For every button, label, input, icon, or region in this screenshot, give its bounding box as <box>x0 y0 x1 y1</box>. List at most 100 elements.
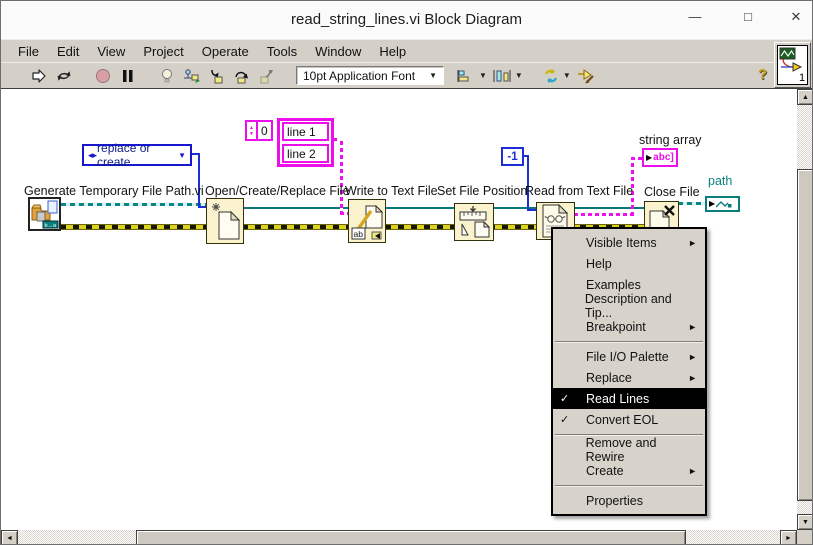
submenu-arrow-icon: ► <box>688 322 697 332</box>
chevron-down-icon: ▼ <box>563 71 571 80</box>
indicator-label-string-array: string array <box>639 133 702 147</box>
chevron-down-icon: ▼ <box>178 151 186 160</box>
vi-default-icon: 1 <box>778 46 807 84</box>
menu-edit[interactable]: Edit <box>48 42 88 61</box>
array-element-0[interactable]: line 1 <box>282 122 329 141</box>
numeric-constant-count[interactable]: -1 <box>501 147 524 166</box>
wire-file-refnum[interactable] <box>244 207 644 209</box>
chevron-down-icon: ▼ <box>479 71 487 80</box>
node-write-to-text-file[interactable]: ab <box>348 199 386 243</box>
toolbar: 10pt Application Font ▼ ▼ ▼ ▼ <box>1 62 812 89</box>
path-indicator-terminal[interactable]: ▶ <box>705 196 740 212</box>
scroll-down-button[interactable]: ▼ <box>797 514 813 530</box>
menu-bar: File Edit View Project Operate Tools Win… <box>1 39 812 62</box>
menu-item-description-and-tip[interactable]: Description and Tip... <box>553 295 705 316</box>
menu-window[interactable]: Window <box>306 42 370 61</box>
array-index-value: 0 <box>258 124 271 138</box>
node-open-create-replace-file[interactable] <box>206 198 244 244</box>
submenu-arrow-icon: ► <box>688 238 697 248</box>
retain-wire-values-button[interactable] <box>182 66 202 86</box>
spinner-down-icon[interactable]: ▼ <box>249 131 254 137</box>
run-button[interactable] <box>29 66 49 86</box>
string-array-indicator-terminal[interactable]: ▶ abc] <box>642 148 678 167</box>
menu-item-convert-eol[interactable]: ✓Convert EOL <box>553 409 705 430</box>
array-index-selector[interactable]: ▲ ▼ 0 <box>245 120 273 141</box>
wire-array-v[interactable] <box>340 138 343 215</box>
menu-item-remove-and-rewire[interactable]: Remove and Rewire <box>553 439 705 460</box>
maximize-button[interactable]: □ <box>737 9 759 24</box>
set-file-position-icon <box>456 205 492 239</box>
distribute-objects-button[interactable]: ▼ <box>492 66 523 86</box>
step-over-button[interactable] <box>232 66 252 86</box>
block-diagram-canvas[interactable]: ◂▸ replace or create ▼ ▲ ▼ 0 line 1 line… <box>1 89 797 530</box>
wire-path-out[interactable] <box>678 202 706 205</box>
node-label-set-file-position: Set File Position <box>437 184 527 198</box>
close-button[interactable]: ✕ <box>785 9 807 25</box>
menu-help[interactable]: Help <box>370 42 415 61</box>
menu-item-visible-items[interactable]: Visible Items► <box>553 232 705 253</box>
menu-operate[interactable]: Operate <box>193 42 258 61</box>
wire-count-v[interactable] <box>527 155 529 211</box>
cleanup-diagram-icon <box>576 68 596 84</box>
menu-project[interactable]: Project <box>134 42 192 61</box>
pause-icon <box>122 69 134 83</box>
step-out-button[interactable] <box>257 66 277 86</box>
scroll-right-button[interactable]: ► <box>780 530 797 545</box>
menu-item-help[interactable]: Help <box>553 253 705 274</box>
enum-selector-icon: ◂▸ <box>88 150 97 161</box>
wire-temp-path[interactable] <box>61 203 206 206</box>
vertical-scroll-thumb[interactable] <box>797 169 813 501</box>
menu-view[interactable]: View <box>88 42 134 61</box>
menu-item-read-lines[interactable]: ✓Read Lines <box>553 388 705 409</box>
abort-button[interactable] <box>93 66 113 86</box>
svg-text:ab: ab <box>354 229 364 239</box>
write-text-file-icon: ab <box>350 201 384 241</box>
align-objects-button[interactable]: ▼ <box>456 66 487 86</box>
scroll-up-button[interactable]: ▲ <box>797 89 813 105</box>
run-continuously-button[interactable] <box>54 66 74 86</box>
step-over-icon <box>233 68 251 84</box>
svg-text:1: 1 <box>799 72 805 84</box>
wire-string-out-h[interactable] <box>574 213 634 216</box>
vi-icon: 1 <box>777 45 808 85</box>
lightbulb-icon <box>160 68 174 84</box>
step-into-button[interactable] <box>207 66 227 86</box>
minimize-button[interactable]: — <box>684 9 706 24</box>
menu-separator <box>555 485 703 486</box>
node-label-read-text: Read from Text File <box>525 184 633 198</box>
reorder-button[interactable]: ▼ <box>542 66 571 86</box>
scroll-left-button[interactable]: ◄ <box>1 530 18 545</box>
index-spinner[interactable]: ▲ ▼ <box>247 122 258 139</box>
node-set-file-position[interactable] <box>454 203 494 241</box>
wire-enum-v[interactable] <box>198 153 200 208</box>
menu-item-replace[interactable]: Replace► <box>553 367 705 388</box>
horizontal-scrollbar[interactable]: ◄ ► <box>1 530 797 545</box>
node-label-close-file: Close File <box>644 185 700 199</box>
string-array-constant[interactable]: line 1 line 2 <box>277 118 334 167</box>
pause-button[interactable] <box>118 66 138 86</box>
menu-item-properties[interactable]: Properties <box>553 490 705 511</box>
open-create-replace-icon <box>208 200 242 242</box>
node-label-write-text: Write to Text File <box>345 184 438 198</box>
menu-item-file-io-palette[interactable]: File I/O Palette► <box>553 346 705 367</box>
node-generate-temp-file-path[interactable]: b→a <box>28 197 61 231</box>
vertical-scrollbar[interactable]: ▲ ▼ <box>797 89 813 530</box>
abort-icon <box>95 68 111 84</box>
highlight-execution-button[interactable] <box>157 66 177 86</box>
menu-file[interactable]: File <box>9 42 48 61</box>
step-into-icon <box>209 68 225 84</box>
array-element-1[interactable]: line 2 <box>282 144 329 163</box>
font-selector[interactable]: 10pt Application Font ▼ <box>296 66 444 85</box>
help-button[interactable]: ? <box>758 66 767 83</box>
menu-tools[interactable]: Tools <box>258 42 306 61</box>
vi-icon-pane[interactable]: 1 <box>774 42 811 88</box>
distribute-objects-icon <box>492 69 512 83</box>
labview-block-diagram-window: read_string_lines.vi Block Diagram — □ ✕… <box>0 0 813 545</box>
font-selector-value: 10pt Application Font <box>303 69 415 83</box>
cleanup-diagram-button[interactable] <box>576 66 596 86</box>
horizontal-scroll-thumb[interactable] <box>136 530 686 545</box>
node-label-generate-temp-file: Generate Temporary File Path.vi <box>24 184 204 198</box>
enum-constant-replace-or-create[interactable]: ◂▸ replace or create ▼ <box>82 144 192 166</box>
context-menu: Visible Items► Help Examples Description… <box>551 227 707 516</box>
submenu-arrow-icon: ► <box>688 352 697 362</box>
